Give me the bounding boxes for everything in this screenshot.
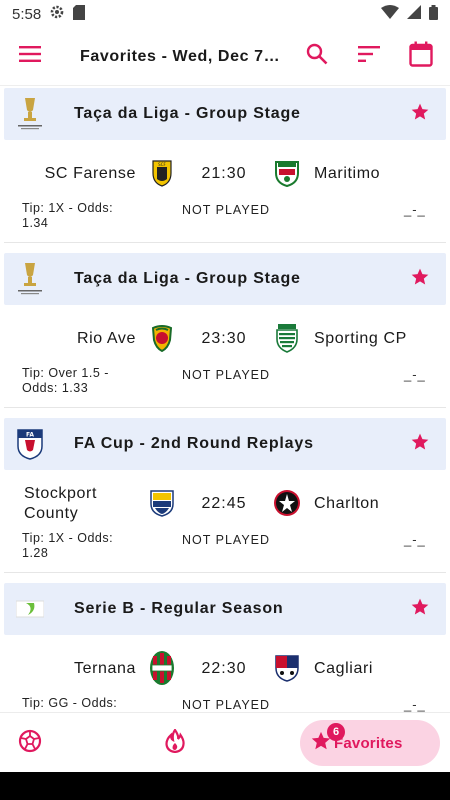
- cagliari-crest-icon: [272, 653, 302, 683]
- league-name: Serie B - Regular Season: [74, 600, 284, 617]
- sporting-cp-crest-icon: [272, 323, 302, 353]
- page-title: Favorites - Wed, Dec 7,…: [80, 47, 280, 65]
- away-team: Charlton: [314, 495, 380, 512]
- match-status: NOT PLAYED: [182, 698, 271, 712]
- match-row[interactable]: Ternana 22:30 Cagliari Tip: GG - Odds: 1…: [4, 635, 446, 712]
- calendar-button[interactable]: [398, 34, 444, 80]
- bottom-navigation: 6 Favorites: [0, 712, 450, 772]
- stockport-county-crest-icon: [148, 488, 176, 518]
- battery-icon: [429, 4, 438, 24]
- league-name: Taça da Liga - Group Stage: [74, 105, 301, 122]
- nav-matches-button[interactable]: [0, 713, 60, 773]
- signal-icon: [407, 5, 421, 23]
- star-icon: [410, 432, 430, 457]
- search-button[interactable]: [294, 34, 340, 80]
- app-bar: Favorites - Wed, Dec 7,…: [0, 28, 450, 86]
- match-score: _-_: [404, 532, 426, 547]
- away-team: Sporting CP: [314, 330, 407, 347]
- match-score: _-_: [404, 697, 426, 712]
- match-score: _-_: [404, 202, 426, 217]
- match-time: 22:45: [201, 495, 247, 512]
- star-icon: [410, 267, 430, 292]
- match-status: NOT PLAYED: [182, 203, 271, 217]
- soccer-ball-icon: [18, 729, 42, 758]
- league-group: Taça da Liga - Group Stage Rio Ave 23:30…: [4, 253, 446, 408]
- taca-da-liga-trophy-icon: [10, 259, 50, 299]
- league-header[interactable]: Serie B - Regular Season: [4, 583, 446, 635]
- nav-hot-button[interactable]: [145, 713, 205, 773]
- home-team: Rio Ave: [76, 330, 136, 347]
- nav-favorites-button[interactable]: 6 Favorites: [300, 720, 440, 766]
- taca-da-liga-trophy-icon: [10, 94, 50, 134]
- sd-card-icon: [73, 4, 86, 24]
- wifi-icon: [381, 5, 399, 23]
- tip-text: Tip: Over 1.5 - Odds: 1.33: [22, 366, 109, 395]
- league-group: FA FA Cup - 2nd Round Replays Stockport …: [4, 418, 446, 573]
- match-status: NOT PLAYED: [182, 368, 271, 382]
- status-bar: 5:58: [0, 0, 450, 28]
- home-team: Stockport County: [24, 485, 97, 522]
- sort-button[interactable]: [346, 34, 392, 80]
- match-time: 21:30: [201, 165, 247, 182]
- favorites-count-badge: 6: [327, 723, 345, 741]
- rio-ave-crest-icon: [148, 323, 176, 353]
- search-icon: [306, 43, 328, 70]
- match-row[interactable]: Rio Ave 23:30 Sporting CP Tip: Over 1.5 …: [4, 305, 446, 408]
- match-score: _-_: [404, 367, 426, 382]
- fa-cup-icon: FA: [10, 424, 50, 464]
- league-header[interactable]: Taça da Liga - Group Stage: [4, 253, 446, 305]
- star-icon: [410, 102, 430, 127]
- serie-b-icon: [10, 589, 50, 629]
- calendar-icon: [409, 41, 433, 72]
- league-name: FA Cup - 2nd Round Replays: [74, 435, 314, 452]
- favorite-toggle-button[interactable]: [398, 587, 442, 631]
- nav-favorites-label: Favorites: [334, 734, 403, 752]
- tip-text: Tip: 1X - Odds: 1.34: [22, 201, 114, 230]
- charlton-crest-icon: [272, 488, 302, 518]
- sc-farense-crest-icon: SCF: [148, 158, 176, 188]
- ternana-crest-icon: [148, 651, 176, 685]
- system-navigation-bar: [0, 772, 450, 800]
- fire-icon: [165, 727, 185, 758]
- match-row[interactable]: SC Farense SCF 21:30 Maritimo Tip: 1X - …: [4, 140, 446, 243]
- menu-button[interactable]: [0, 28, 60, 86]
- svg-text:SCF: SCF: [158, 162, 166, 167]
- match-time: 23:30: [201, 330, 247, 347]
- settings-gear-icon: [49, 4, 65, 24]
- league-group: Serie B - Regular Season Ternana 22:30 C…: [4, 583, 446, 712]
- match-row[interactable]: Stockport County 22:45 Charlton Tip: 1X …: [4, 470, 446, 573]
- status-time: 5:58: [12, 5, 42, 23]
- svg-text:FA: FA: [26, 432, 34, 439]
- home-team: Ternana: [73, 660, 136, 677]
- league-name: Taça da Liga - Group Stage: [74, 270, 301, 287]
- star-icon: [410, 597, 430, 622]
- league-header[interactable]: Taça da Liga - Group Stage: [4, 88, 446, 140]
- tip-text: Tip: GG - Odds: 1.68: [22, 696, 118, 712]
- hamburger-menu-icon: [19, 46, 41, 67]
- away-team: Maritimo: [314, 165, 381, 182]
- league-header[interactable]: FA FA Cup - 2nd Round Replays: [4, 418, 446, 470]
- sort-icon: [358, 46, 380, 67]
- maritimo-crest-icon: [272, 158, 302, 188]
- league-group: Taça da Liga - Group Stage SC Farense SC…: [4, 88, 446, 243]
- home-team: SC Farense: [44, 165, 136, 182]
- favorite-toggle-button[interactable]: [398, 422, 442, 466]
- match-time: 22:30: [201, 660, 247, 677]
- favorite-toggle-button[interactable]: [398, 257, 442, 301]
- away-team: Cagliari: [314, 660, 374, 677]
- match-status: NOT PLAYED: [182, 533, 271, 547]
- favorite-toggle-button[interactable]: [398, 92, 442, 136]
- favorites-list[interactable]: Taça da Liga - Group Stage SC Farense SC…: [0, 88, 450, 712]
- tip-text: Tip: 1X - Odds: 1.28: [22, 531, 114, 560]
